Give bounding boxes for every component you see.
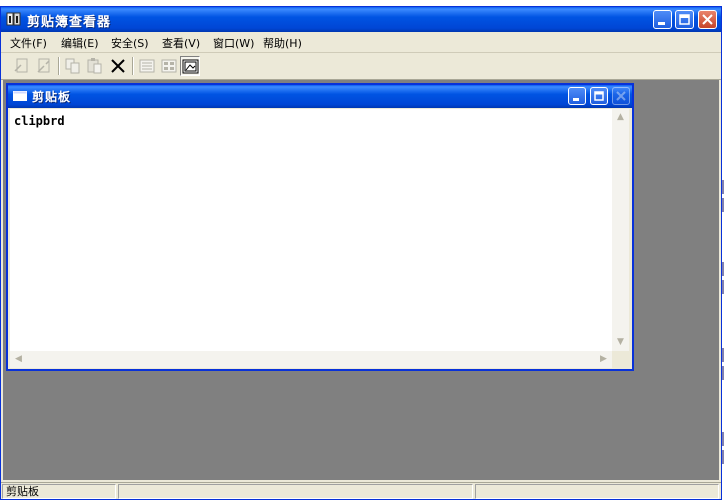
mdi-workspace: 剪贴板 clipbrd ▲ ▼ ◀ ▶ — [3, 80, 719, 480]
scroll-corner — [612, 351, 629, 368]
full-page-icon — [182, 59, 199, 74]
maximize-button[interactable] — [675, 10, 694, 29]
vertical-scrollbar[interactable]: ▲ ▼ — [612, 109, 629, 351]
delete-icon — [111, 59, 125, 73]
clipboard-child-window: 剪贴板 clipbrd ▲ ▼ ◀ ▶ — [6, 83, 634, 371]
list-view-icon — [161, 59, 177, 73]
close-button[interactable] — [698, 10, 717, 29]
full-page-button[interactable] — [180, 56, 200, 76]
table-of-contents-button[interactable] — [137, 56, 157, 76]
status-text: 剪贴板 — [2, 484, 116, 499]
menu-help[interactable]: 帮助(H) — [263, 35, 302, 51]
close-icon — [616, 91, 626, 101]
close-icon — [702, 14, 713, 25]
paste-button[interactable] — [85, 56, 105, 76]
menu-view[interactable]: 查看(V) — [162, 35, 200, 51]
child-close-button[interactable] — [612, 87, 630, 105]
toolbar-separator — [58, 57, 60, 75]
scroll-left-icon[interactable]: ◀ — [10, 351, 27, 368]
status-bar: 剪贴板 — [1, 482, 721, 501]
scroll-up-icon[interactable]: ▲ — [612, 109, 629, 126]
minimize-icon — [573, 98, 579, 101]
paste-icon — [87, 58, 102, 74]
toolbar-separator — [132, 57, 134, 75]
connect-icon — [14, 58, 28, 73]
status-panel — [475, 484, 719, 499]
child-window-title: 剪贴板 — [32, 90, 72, 104]
child-title-bar[interactable]: 剪贴板 — [8, 85, 632, 108]
menu-edit[interactable]: 编辑(E) — [61, 35, 99, 51]
list-view-button[interactable] — [159, 56, 179, 76]
delete-button[interactable] — [108, 56, 128, 76]
disconnect-icon — [37, 58, 50, 73]
table-of-contents-icon — [139, 59, 155, 73]
clipboard-content-area[interactable]: clipbrd — [10, 109, 612, 351]
menu-security[interactable]: 安全(S) — [111, 35, 149, 51]
title-bar[interactable]: 剪贴簿查看器 — [1, 7, 721, 32]
clipboard-content-text: clipbrd — [14, 114, 65, 128]
connect-button[interactable] — [12, 56, 32, 76]
scroll-right-icon[interactable]: ▶ — [595, 351, 612, 368]
maximize-icon — [679, 14, 690, 25]
clipbook-app-icon[interactable] — [6, 11, 22, 27]
copy-button[interactable] — [63, 56, 83, 76]
disconnect-button[interactable] — [34, 56, 54, 76]
scroll-down-icon[interactable]: ▼ — [612, 334, 629, 351]
menu-bar: 文件(F) 编辑(E) 安全(S) 查看(V) 窗口(W) 帮助(H) — [1, 32, 721, 53]
horizontal-scrollbar[interactable]: ◀ ▶ — [10, 351, 612, 368]
menu-window[interactable]: 窗口(W) — [213, 35, 254, 51]
child-minimize-button[interactable] — [568, 87, 586, 105]
clipbook-viewer-window: 剪贴簿查看器 文件(F) 编辑(E) 安全(S) 查看(V) 窗口(W) 帮助(… — [0, 6, 722, 500]
minimize-icon — [658, 22, 665, 25]
clipboard-window-icon[interactable] — [13, 91, 27, 101]
minimize-button[interactable] — [653, 10, 672, 29]
window-title: 剪贴簿查看器 — [27, 15, 112, 30]
toolbar — [1, 53, 721, 80]
copy-icon — [65, 58, 80, 74]
maximize-icon — [594, 91, 604, 101]
child-maximize-button[interactable] — [590, 87, 608, 105]
menu-file[interactable]: 文件(F) — [10, 35, 47, 51]
status-panel — [118, 484, 473, 499]
